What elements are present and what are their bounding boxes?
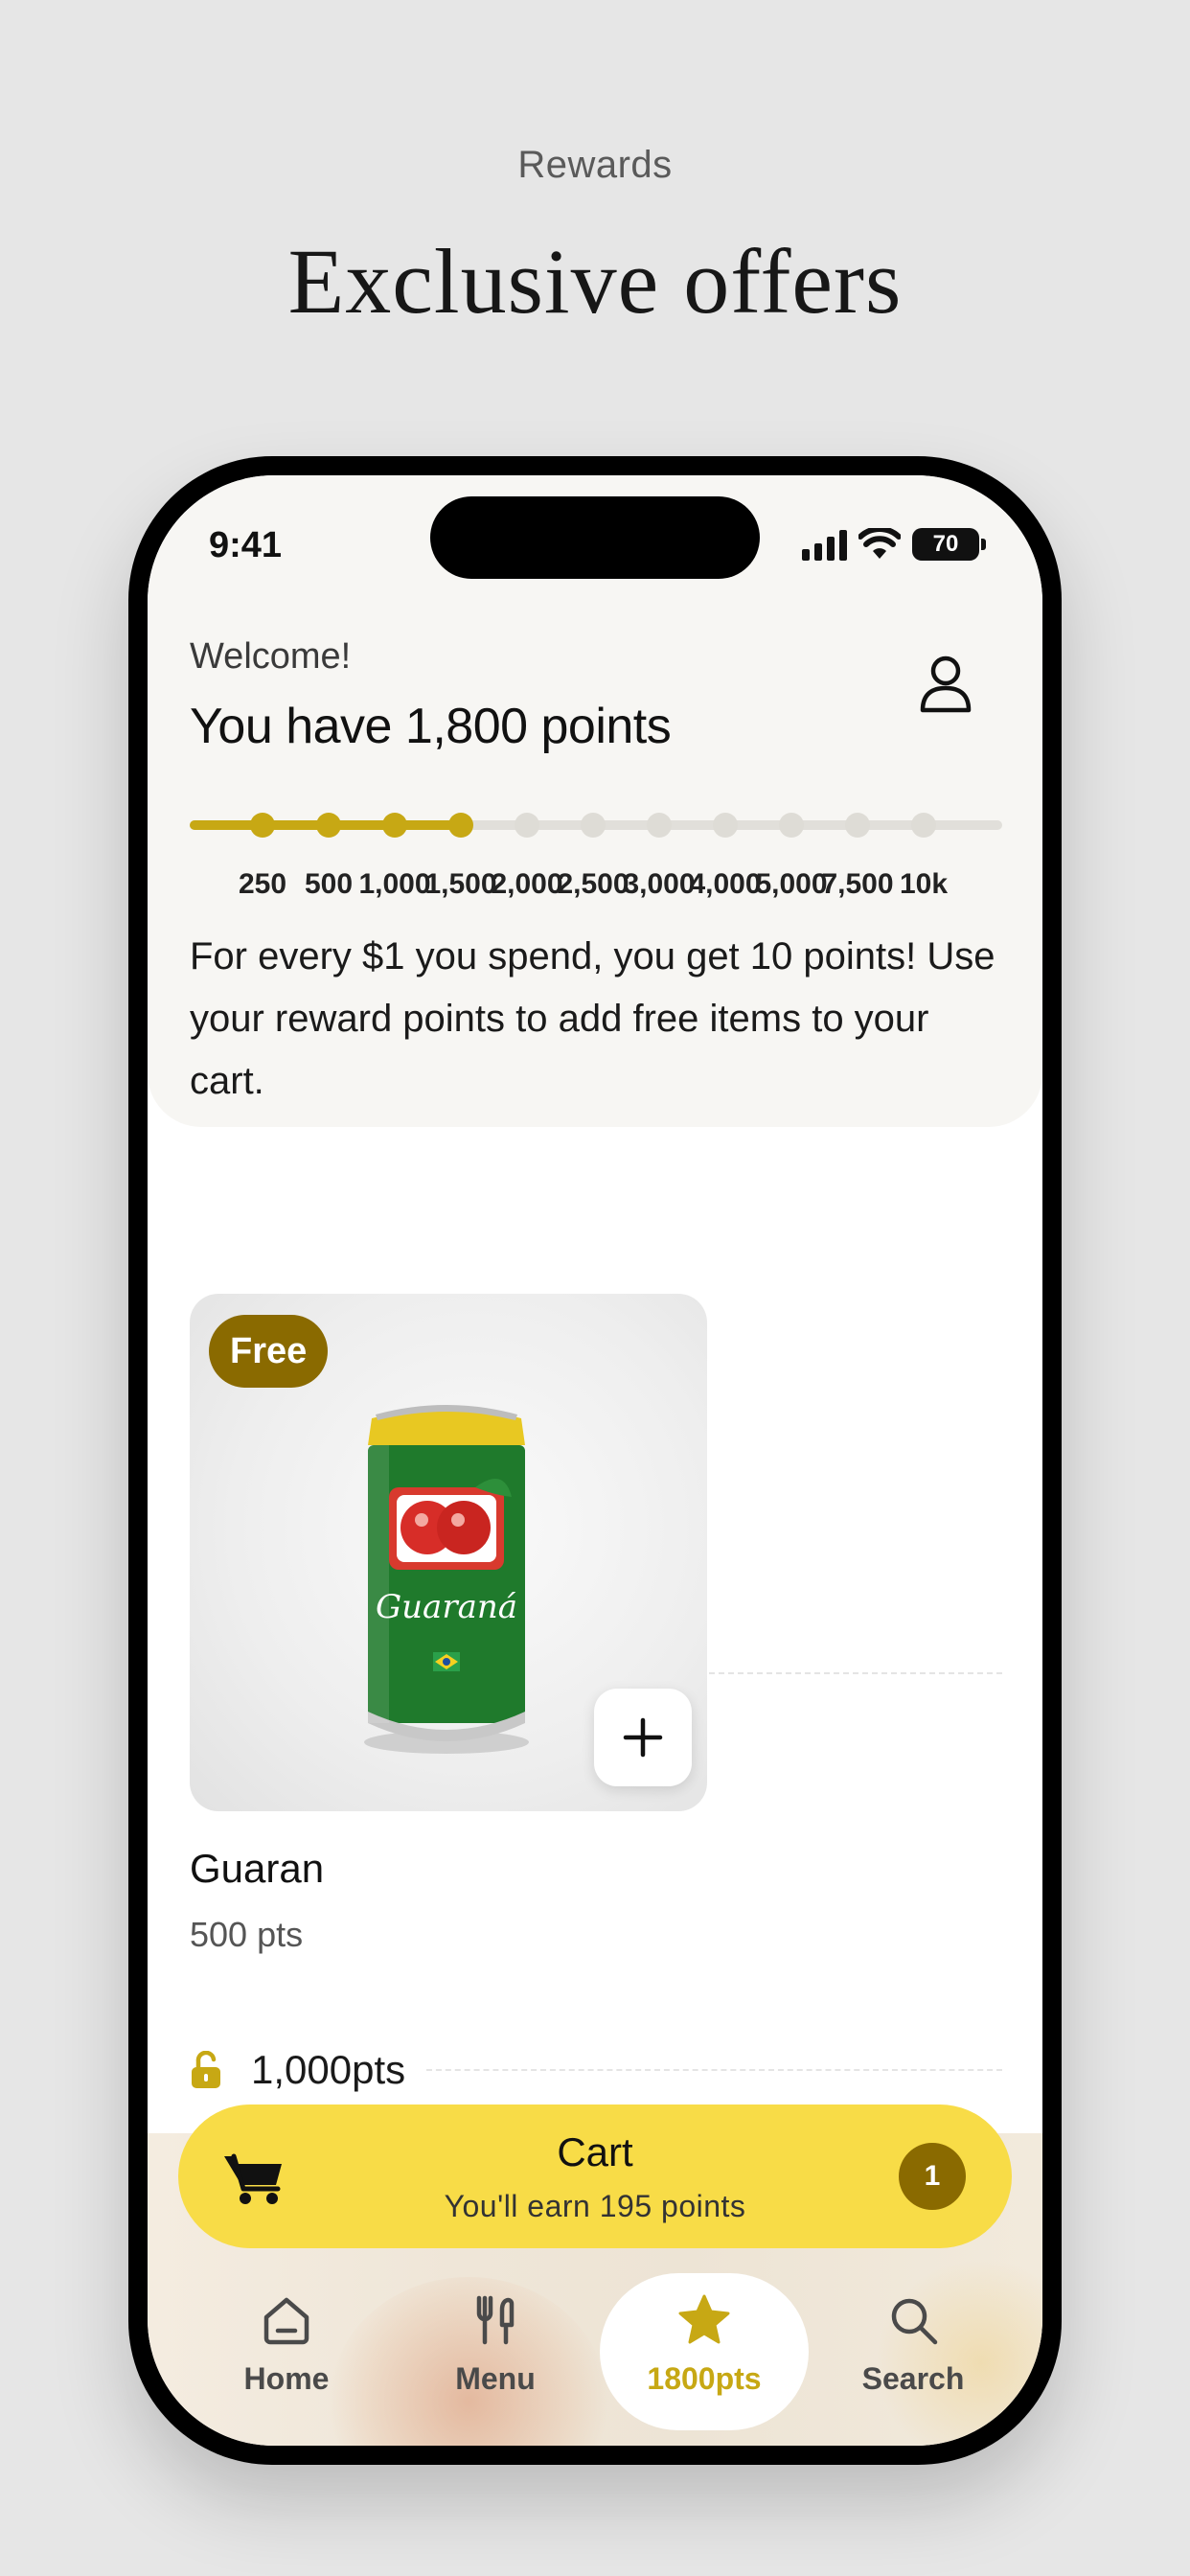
points-title: You have 1,800 points (190, 699, 672, 754)
home-icon (263, 2297, 309, 2345)
status-time: 9:41 (209, 525, 283, 565)
utensils-icon (476, 2295, 515, 2345)
promo-title: Exclusive offers (287, 230, 903, 333)
product-points: 500 pts (190, 1915, 304, 1954)
progress-tick-label: 3,000 (623, 868, 696, 900)
nav-home[interactable]: Home (182, 2273, 391, 2430)
progress-tick-label: 5,000 (755, 868, 828, 900)
cart-button[interactable]: Cart You'll earn 195 points 1 (178, 2104, 1012, 2248)
dynamic-island (430, 496, 760, 579)
page: Rewards Exclusive offers 9:41 70 Welcome… (0, 0, 1190, 2576)
progress-dot (911, 813, 936, 838)
signal-icon (802, 528, 847, 561)
progress-dot (779, 813, 804, 838)
progress-dot (448, 813, 473, 838)
nav-label: 1800pts (647, 2361, 762, 2396)
progress-tick-label: 10k (899, 868, 949, 900)
progress-dot (581, 813, 606, 838)
nav-label: Menu (455, 2361, 536, 2396)
phone-screen: 9:41 70 Welcome! You have 1,800 points 2… (148, 475, 1042, 2446)
progress-dot (316, 813, 341, 838)
welcome-text: Welcome! (190, 636, 352, 677)
progress-tick-label: 500 (304, 868, 354, 900)
progress-dot (713, 813, 738, 838)
nav-label: Search (861, 2361, 965, 2396)
tier-header-1000: 1,000pts (190, 2047, 1002, 2093)
progress-tick-label: 1,500 (424, 868, 497, 900)
free-badge: Free (209, 1315, 329, 1388)
progress-dot (250, 813, 275, 838)
user-icon[interactable] (918, 654, 973, 713)
points-progress-bar (190, 799, 1002, 857)
status-icons: 70 (802, 525, 986, 564)
progress-dot (647, 813, 672, 838)
product-image: Guaraná (364, 1405, 529, 1754)
progress-tick-label: 7,500 (821, 868, 894, 900)
progress-tick-label: 250 (238, 868, 287, 900)
star-icon (678, 2294, 730, 2344)
nav-label: Home (243, 2361, 330, 2396)
nav-search[interactable]: Search (809, 2273, 1018, 2430)
search-icon (891, 2298, 938, 2345)
product-card[interactable]: Free Guaraná (190, 1294, 707, 1811)
progress-dot (382, 813, 407, 838)
tier-divider (426, 2069, 1002, 2071)
progress-dot (515, 813, 539, 838)
wifi-icon (858, 528, 901, 559)
add-to-cart-button[interactable] (594, 1689, 692, 1786)
battery-icon: 70 (912, 528, 986, 561)
progress-dot (845, 813, 870, 838)
progress-tick-label: 2,000 (491, 868, 563, 900)
product-name: Guaran (190, 1846, 325, 1891)
progress-tick-label: 2,500 (557, 868, 629, 900)
plus-icon (623, 1717, 663, 1758)
cart-earn-text: You'll earn 195 points (444, 2189, 746, 2223)
tier-label: 1,000pts (251, 2047, 406, 2092)
progress-tick-label: 1,000 (358, 868, 431, 900)
phone-frame: 9:41 70 Welcome! You have 1,800 points 2… (128, 456, 1062, 2465)
promo-subtitle: Rewards (517, 144, 673, 186)
nav-menu[interactable]: Menu (391, 2273, 600, 2430)
cart-count-badge: 1 (899, 2143, 966, 2210)
rewards-info-text: For every $1 you spend, you get 10 point… (190, 935, 995, 1102)
progress-tick-label: 4,000 (689, 868, 762, 900)
nav-rewards[interactable]: 1800pts (600, 2273, 809, 2430)
svg-text:Guaraná: Guaraná (376, 1588, 517, 1626)
cart-title: Cart (557, 2129, 633, 2174)
unlock-icon (192, 2051, 220, 2088)
